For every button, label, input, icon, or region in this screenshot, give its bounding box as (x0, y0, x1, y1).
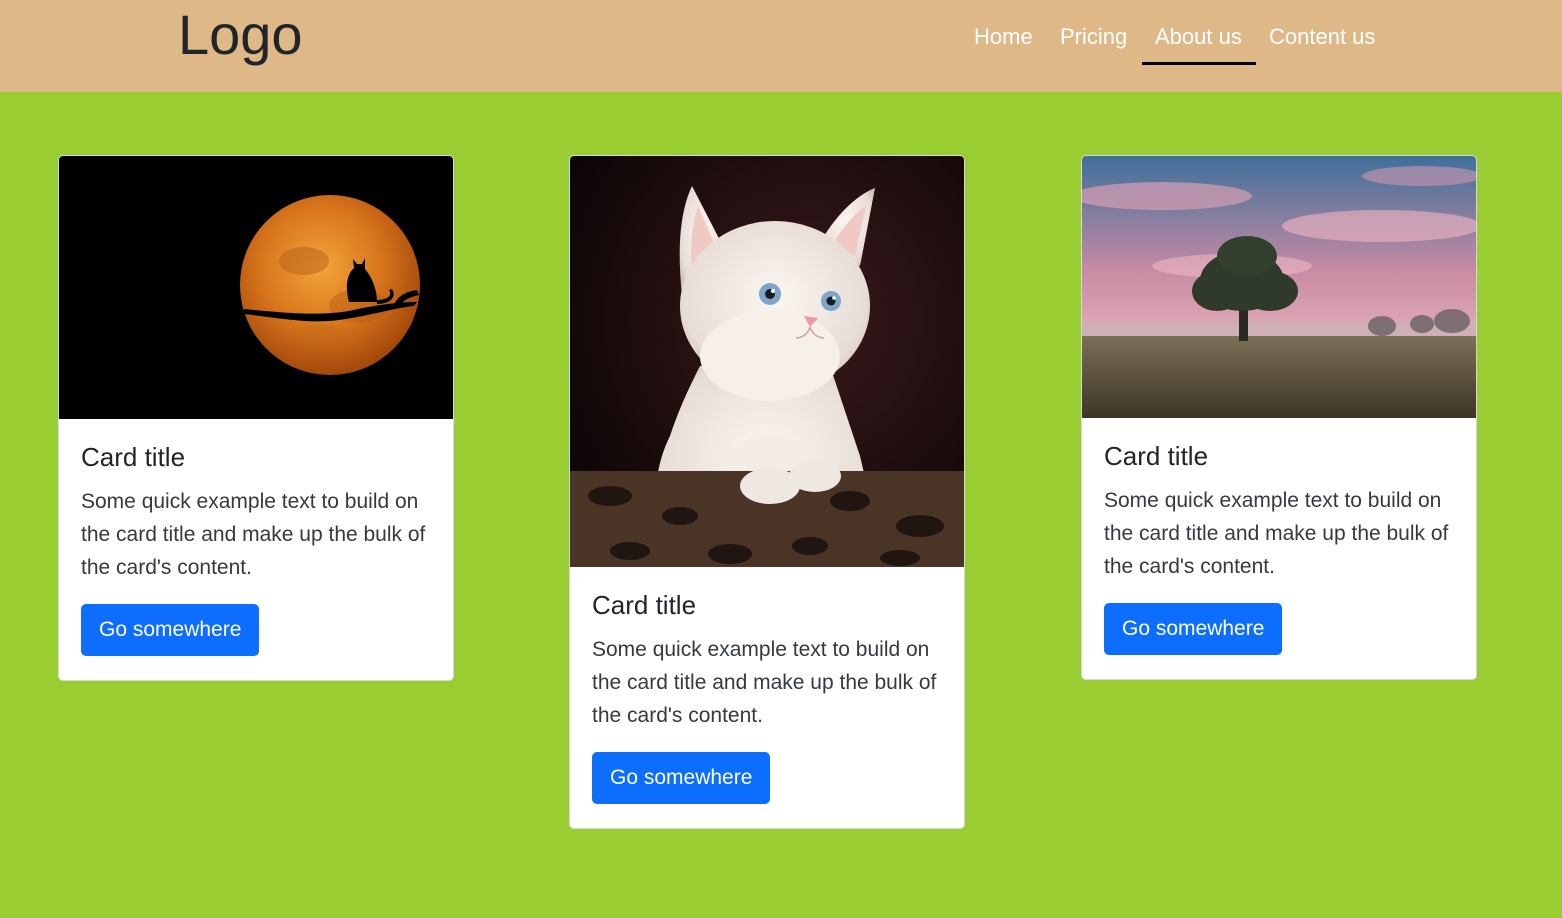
card-title: Card title (592, 590, 697, 620)
card-body: Card title Some quick example text to bu… (570, 567, 964, 828)
card-3: Card title Some quick example text to bu… (1081, 155, 1477, 680)
card-text: Some quick example text to build on the … (81, 490, 426, 579)
site-header: Logo Home Pricing About us Content us (0, 0, 1562, 92)
card-1: Card title Some quick example text to bu… (58, 155, 454, 681)
card-body: Card title Some quick example text to bu… (1082, 418, 1476, 679)
kitten-image (570, 156, 964, 567)
nav-pricing[interactable]: Pricing (1060, 22, 1127, 52)
nav-home[interactable]: Home (974, 22, 1033, 52)
nav-about-us[interactable]: About us (1155, 22, 1242, 52)
card-text: Some quick example text to build on the … (592, 638, 937, 727)
active-nav-indicator (1142, 62, 1256, 65)
card-title: Card title (81, 442, 186, 472)
card-2: Card title Some quick example text to bu… (569, 155, 965, 829)
logo[interactable]: Logo (178, 4, 303, 66)
go-somewhere-button[interactable]: Go somewhere (81, 604, 260, 656)
go-somewhere-button[interactable]: Go somewhere (592, 752, 771, 804)
tree-landscape-image (1082, 156, 1476, 418)
go-somewhere-button[interactable]: Go somewhere (1104, 603, 1283, 655)
card-title: Card title (1104, 441, 1209, 471)
moon-cat-image (59, 156, 453, 419)
card-body: Card title Some quick example text to bu… (59, 419, 453, 680)
nav-content-us[interactable]: Content us (1269, 22, 1375, 52)
card-text: Some quick example text to build on the … (1104, 489, 1449, 578)
